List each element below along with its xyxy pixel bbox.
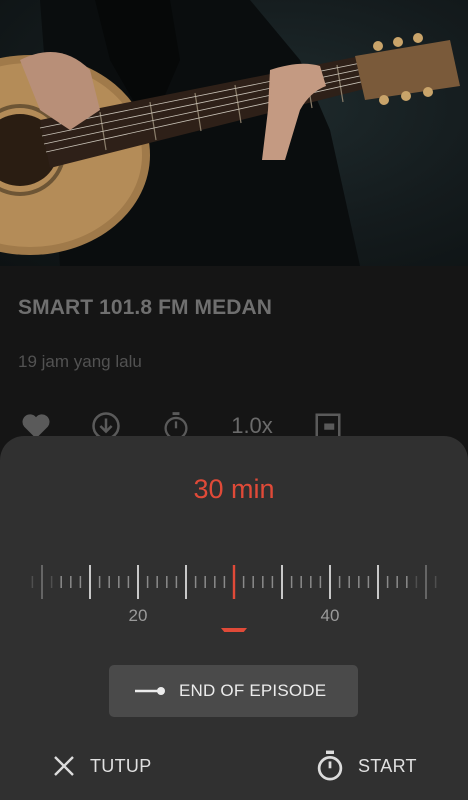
end-of-episode-button[interactable]: END OF EPISODE — [109, 665, 358, 717]
episode-time-ago: 19 jam yang lalu — [18, 352, 142, 371]
guitar-artwork — [0, 0, 460, 266]
episode-artwork — [0, 0, 468, 266]
end-of-episode-label: END OF EPISODE — [179, 681, 327, 700]
start-label: START — [358, 755, 417, 776]
close-label: TUTUP — [90, 755, 152, 776]
sleep-duration-value: 30 min — [193, 474, 275, 504]
stopwatch-icon — [317, 750, 343, 781]
ruler-label-40: 40 — [320, 606, 340, 625]
close-button[interactable]: TUTUP — [52, 748, 152, 784]
ruler-pointer-icon — [221, 628, 247, 632]
ruler-label-20: 20 — [128, 606, 148, 625]
start-button[interactable]: START — [316, 748, 417, 784]
sleep-timer-sheet: 30 min 20 40 END OF EPISODE TUTUP START — [0, 436, 468, 800]
end-of-episode-icon — [135, 684, 167, 698]
close-icon — [54, 756, 74, 776]
episode-title: SMART 101.8 FM MEDAN — [18, 296, 273, 319]
duration-ruler[interactable] — [0, 532, 468, 632]
